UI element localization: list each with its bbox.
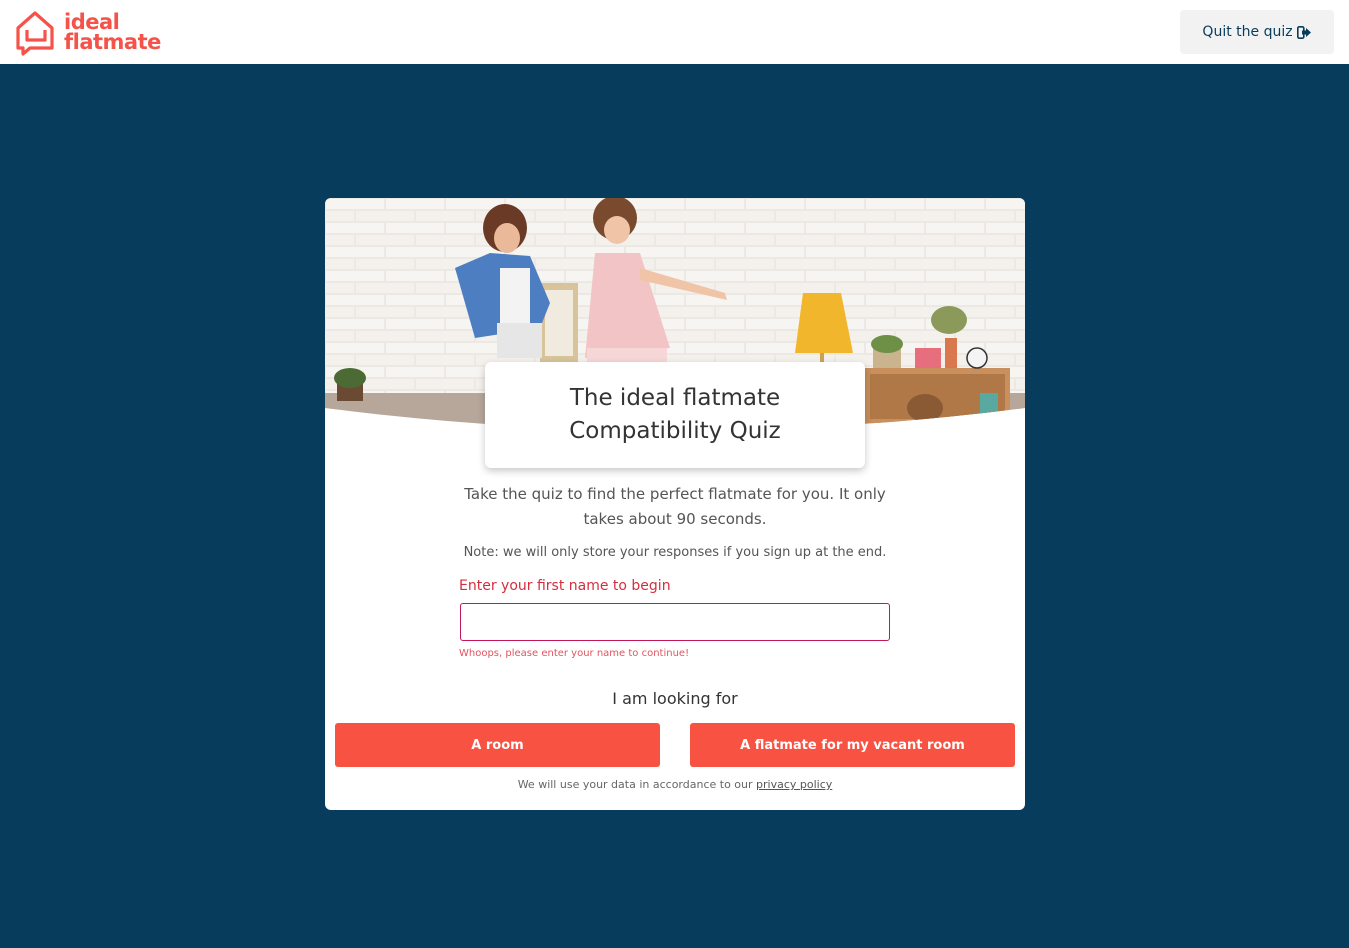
a-room-button[interactable]: A room: [335, 723, 660, 767]
privacy-text: We will use your data in accordance to o…: [517, 778, 753, 791]
house-chat-logo-icon: [16, 11, 54, 56]
looking-for-label: I am looking for: [612, 689, 738, 708]
top-header: ideal flatmate Quit the quiz: [0, 0, 1349, 64]
quit-quiz-button[interactable]: Quit the quiz: [1180, 10, 1334, 54]
ideal-flatmate-logo[interactable]: ideal flatmate: [14, 8, 161, 56]
quiz-card: The ideal flatmate Compatibility Quiz Ta…: [325, 198, 1025, 810]
sign-out-icon: [1296, 25, 1311, 39]
logo-wordmark: ideal flatmate: [64, 10, 161, 54]
quiz-title: The ideal flatmate Compatibility Quiz: [569, 385, 781, 444]
logo-line-ideal: ideal: [64, 10, 120, 34]
first-name-input[interactable]: [460, 603, 890, 641]
quit-quiz-label: Quit the quiz: [1202, 24, 1293, 40]
privacy-statement: We will use your data in accordance to o…: [325, 778, 1025, 791]
privacy-policy-link[interactable]: privacy policy: [756, 778, 832, 791]
first-name-label: Enter your first name to begin: [459, 578, 671, 594]
flatmate-for-vacant-room-button[interactable]: A flatmate for my vacant room: [690, 723, 1015, 767]
quiz-intro: Take the quiz to find the perfect flatma…: [464, 485, 886, 528]
logo-line-flatmate: flatmate: [64, 30, 161, 54]
privacy-note: Note: we will only store your responses …: [463, 545, 887, 560]
name-error-message: Whoops, please enter your name to contin…: [459, 648, 690, 659]
quiz-title-box: The ideal flatmate Compatibility Quiz: [485, 362, 865, 468]
